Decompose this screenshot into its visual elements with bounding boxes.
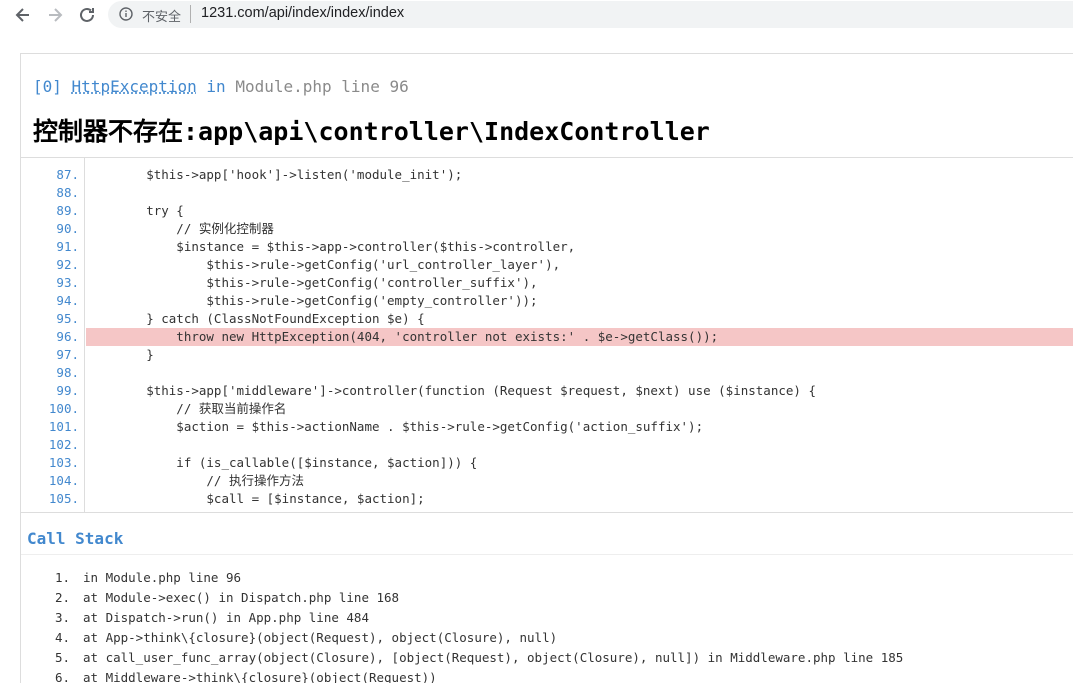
- highlighted-code-line: 96. throw new HttpException(404, 'contro…: [21, 328, 1073, 346]
- code-line: 98.: [21, 364, 1073, 382]
- code-text: // 获取当前操作名: [86, 401, 287, 416]
- line-number: 90.: [56, 221, 79, 236]
- line-number: 91.: [56, 239, 79, 254]
- code-line: 100. // 获取当前操作名: [21, 400, 1073, 418]
- code-text: $this->app['middleware']->controller(fun…: [86, 383, 816, 398]
- exception-in-word: in: [206, 77, 226, 96]
- arrow-left-icon: [15, 8, 29, 22]
- code-text: }: [86, 347, 154, 362]
- call-stack-text: at Dispatch->run() in App.php line 484: [83, 610, 369, 625]
- code-line: 102.: [21, 436, 1073, 454]
- call-stack-item: 5. at call_user_func_array(object(Closure…: [55, 650, 903, 665]
- code-text: // 实例化控制器: [86, 221, 274, 236]
- call-stack-text: at App->think\{closure}(object(Request),…: [83, 630, 558, 645]
- back-button[interactable]: [12, 4, 34, 26]
- code-line: 92. $this->rule->getConfig('url_controll…: [21, 256, 1073, 274]
- code-text: } catch (ClassNotFoundException $e) {: [86, 311, 425, 326]
- call-stack-text: at Module->exec() in Dispatch.php line 1…: [83, 590, 400, 605]
- code-line: 104. // 执行操作方法: [21, 472, 1073, 490]
- line-number: 94.: [56, 293, 79, 308]
- call-stack-title: Call Stack: [27, 529, 124, 548]
- code-line: 87. $this->app['hook']->listen('module_i…: [21, 166, 1073, 184]
- code-text: $this->rule->getConfig('empty_controller…: [86, 293, 538, 308]
- reload-icon: [80, 7, 94, 22]
- line-number: 98.: [56, 365, 79, 380]
- exception-location: Module.php line 96: [235, 77, 409, 96]
- exception-title: 控制器不存在:app\api\controller\IndexControlle…: [33, 117, 710, 146]
- line-number: 95.: [56, 311, 79, 326]
- code-line: 95. } catch (ClassNotFoundException $e) …: [21, 310, 1073, 328]
- line-number: 99.: [56, 383, 79, 398]
- call-stack-divider: [21, 554, 1073, 555]
- line-number: 102.: [48, 437, 79, 452]
- code-line: 91. $instance = $this->app->controller($…: [21, 238, 1073, 256]
- reload-button[interactable]: [76, 4, 98, 26]
- exception-info: [0] HttpException in Module.php line 96: [33, 77, 409, 96]
- exception-panel: [0] HttpException in Module.php line 96 …: [20, 53, 1073, 683]
- code-text: $instance = $this->app->controller($this…: [86, 239, 576, 254]
- code-text: $call = [$instance, $action];: [86, 491, 425, 506]
- call-stack-text: at call_user_func_array(object(Closure),…: [83, 650, 904, 665]
- url-text[interactable]: 1231.com/api/index/index/index: [201, 5, 404, 21]
- code-text: $this->rule->getConfig('controller_suffi…: [86, 275, 538, 290]
- code-text: if (is_callable([$instance, $action])) {: [86, 455, 478, 470]
- code-line: 93. $this->rule->getConfig('controller_s…: [21, 274, 1073, 292]
- call-stack-text: at Middleware->think\{closure}(object(Re…: [83, 670, 437, 683]
- code-line: 105. $call = [$instance, $action];: [21, 490, 1073, 508]
- code-line: 88.: [21, 184, 1073, 202]
- line-number: 104.: [48, 473, 79, 488]
- call-stack-number: 6.: [55, 670, 71, 683]
- line-number: 89.: [56, 203, 79, 218]
- code-line: 97. }: [21, 346, 1073, 364]
- code-text: $this->rule->getConfig('url_controller_l…: [86, 257, 561, 272]
- code-text: // 执行操作方法: [86, 473, 304, 488]
- call-stack-item: 2. at Module->exec() in Dispatch.php line…: [55, 590, 399, 605]
- code-line: 89. try {: [21, 202, 1073, 220]
- line-number: 97.: [56, 347, 79, 362]
- code-line: 103. if (is_callable([$instance, $action…: [21, 454, 1073, 472]
- call-stack-number: 1.: [55, 570, 71, 585]
- code-text: $this->app['hook']->listen('module_init'…: [86, 167, 463, 182]
- call-stack-item: 4. at App->think\{closure}(object(Request…: [55, 630, 557, 645]
- code-text: try {: [86, 203, 184, 218]
- line-number: 87.: [56, 167, 79, 182]
- address-divider: [190, 5, 191, 23]
- exception-class-link[interactable]: HttpException: [72, 77, 197, 96]
- exception-message: [0] HttpException in Module.php line 96 …: [21, 54, 1073, 158]
- code-text: throw new HttpException(404, 'controller…: [86, 328, 1073, 346]
- call-stack-item: 3. at Dispatch->run() in App.php line 484: [55, 610, 369, 625]
- call-stack-text: in Module.php line 96: [83, 570, 242, 585]
- security-label[interactable]: 不安全: [142, 6, 181, 25]
- code-line: 101. $action = $this->actionName . $this…: [21, 418, 1073, 436]
- line-number: 105.: [48, 491, 79, 506]
- address-bar[interactable]: 不安全 1231.com/api/index/index/index: [108, 1, 1073, 28]
- call-stack-item: 1. in Module.php line 96: [55, 570, 241, 585]
- code-text: $action = $this->actionName . $this->rul…: [86, 419, 704, 434]
- line-number: 103.: [48, 455, 79, 470]
- code-line: 90. // 实例化控制器: [21, 220, 1073, 238]
- browser-toolbar: 不安全 1231.com/api/index/index/index: [0, 0, 1073, 30]
- call-stack-number: 5.: [55, 650, 71, 665]
- info-icon[interactable]: [119, 7, 133, 21]
- code-line: 94. $this->rule->getConfig('empty_contro…: [21, 292, 1073, 310]
- source-code: 87. $this->app['hook']->listen('module_i…: [21, 158, 1073, 513]
- call-stack-number: 2.: [55, 590, 71, 605]
- call-stack-item: 6. at Middleware->think\{closure}(object(…: [55, 670, 437, 683]
- exception-index: [0]: [33, 77, 62, 96]
- forward-button[interactable]: [44, 4, 66, 26]
- arrow-right-icon: [49, 8, 63, 22]
- line-number: 93.: [56, 275, 79, 290]
- line-number: 92.: [56, 257, 79, 272]
- line-number: 88.: [56, 185, 79, 200]
- line-number: 100.: [48, 401, 79, 416]
- line-number: 101.: [48, 419, 79, 434]
- line-number: 96.: [56, 329, 79, 344]
- call-stack-number: 3.: [55, 610, 71, 625]
- call-stack: Call Stack 1. in Module.php line 96 2. at M…: [21, 514, 1073, 683]
- call-stack-number: 4.: [55, 630, 71, 645]
- code-line: 99. $this->app['middleware']->controller…: [21, 382, 1073, 400]
